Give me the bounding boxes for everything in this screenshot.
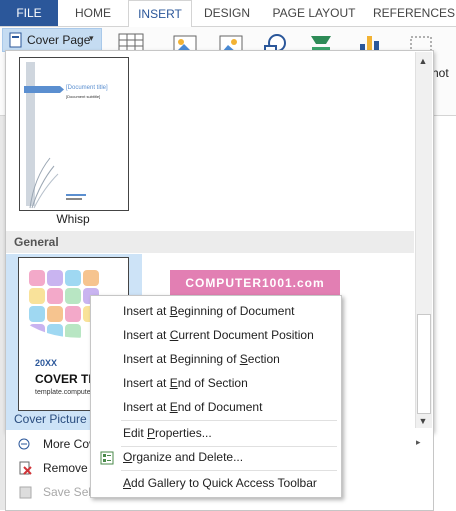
whisp-thumbnail: [24, 62, 86, 209]
whisp-label: Whisp: [56, 212, 90, 226]
tab-home[interactable]: HOME: [68, 0, 118, 26]
organize-icon: [100, 451, 114, 465]
tab-file[interactable]: FILE: [0, 0, 58, 26]
menu-item-more-cover-pages[interactable]: More Cov: [43, 437, 95, 451]
menu-item-insert-beginning-document[interactable]: Insert at Beginning of Document: [123, 304, 294, 318]
tab-page-layout[interactable]: PAGE LAYOUT: [266, 0, 362, 26]
scrollbar-thumb[interactable]: [417, 314, 431, 414]
chevron-right-icon: ▸: [416, 437, 421, 447]
menu-separator: [121, 446, 337, 447]
cover-picture-year: 20XX: [35, 358, 58, 368]
section-header-general: General: [6, 231, 414, 253]
gallery-item-whisp[interactable]: [Document title] [Document subtitle]: [19, 57, 129, 211]
more-cover-pages-icon: [18, 438, 30, 450]
scroll-down-icon[interactable]: ▼: [417, 416, 429, 426]
tab-references[interactable]: REFERENCES: [372, 0, 456, 26]
cover-page-label: Cover Page: [27, 33, 91, 47]
menu-separator: [121, 470, 337, 471]
gallery-item-computer1001[interactable]: COMPUTER1001.com: [170, 270, 340, 296]
whisp-doc-title: [Document title]: [66, 85, 108, 91]
save-selection-icon: [19, 486, 32, 499]
ribbon-tab-bar: FILE HOME INSERT DESIGN PAGE LAYOUT REFE…: [0, 0, 456, 28]
remove-cover-page-icon: [19, 461, 32, 475]
scroll-up-icon[interactable]: ▲: [417, 56, 429, 66]
context-menu: Insert at Beginning of Document Insert a…: [90, 295, 342, 498]
whisp-doc-subtitle: [Document subtitle]: [66, 94, 101, 99]
tab-insert[interactable]: INSERT: [128, 0, 192, 28]
cover-picture-url: template.computert: [35, 389, 95, 396]
section-header-label: General: [14, 235, 59, 249]
menu-item-add-gallery-qat[interactable]: Add Gallery to Quick Access Toolbar: [123, 476, 317, 490]
menu-item-insert-end-section[interactable]: Insert at End of Section: [123, 376, 248, 390]
cover-page-button[interactable]: Cover Page ▾: [2, 28, 102, 52]
tab-design[interactable]: DESIGN: [198, 0, 256, 26]
menu-item-insert-beginning-section[interactable]: Insert at Beginning of Section: [123, 352, 280, 366]
screenshot-partial-label: hot: [432, 66, 449, 80]
menu-item-insert-end-document[interactable]: Insert at End of Document: [123, 400, 262, 414]
menu-separator: [121, 420, 337, 421]
menu-item-edit-properties[interactable]: Edit Properties...: [123, 426, 212, 440]
menu-item-organize-delete[interactable]: Organize and Delete...: [123, 450, 243, 464]
cover-picture-label: Cover Picture i: [14, 412, 93, 426]
chevron-down-icon: ▾: [89, 33, 94, 43]
cover-page-icon: [9, 32, 22, 48]
menu-item-insert-current-position[interactable]: Insert at Current Document Position: [123, 328, 314, 342]
